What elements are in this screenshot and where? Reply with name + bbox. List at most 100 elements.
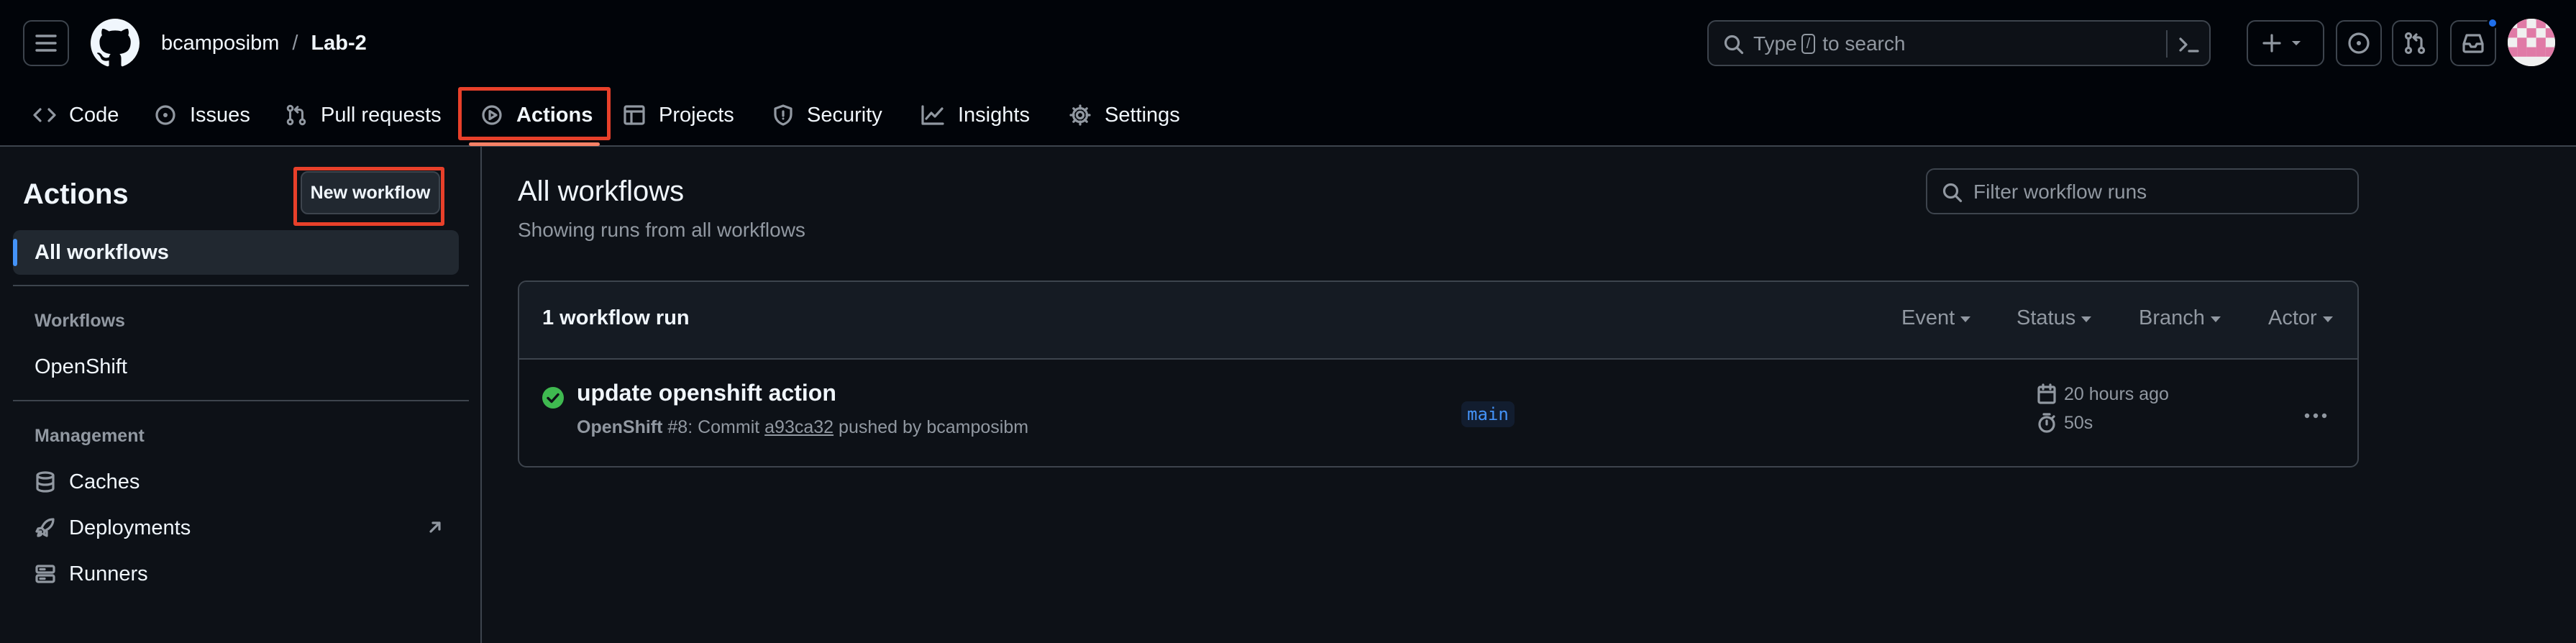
branch-filter-dropdown[interactable]: Branch bbox=[2139, 306, 2221, 330]
server-icon bbox=[35, 565, 55, 583]
run-timestamp: 20 hours ago bbox=[2037, 381, 2169, 407]
tab-insights[interactable]: Insights bbox=[921, 85, 1030, 145]
check-circle-fill-icon bbox=[542, 387, 564, 409]
hamburger-icon bbox=[35, 35, 57, 52]
tab-label: Security bbox=[807, 103, 882, 127]
caret-down-icon bbox=[2081, 316, 2092, 322]
tab-settings[interactable]: Settings bbox=[1069, 85, 1180, 145]
active-tab-indicator bbox=[469, 142, 600, 146]
sidebar-item-label: Caches bbox=[69, 470, 140, 493]
run-workflow-name: OpenShift bbox=[577, 417, 663, 437]
sidebar-item-label: Deployments bbox=[69, 516, 191, 539]
search-divider bbox=[2166, 30, 2168, 58]
tab-label: Pull requests bbox=[321, 103, 442, 127]
tab-projects[interactable]: Projects bbox=[623, 85, 734, 145]
tab-issues[interactable]: Issues bbox=[154, 85, 250, 145]
table-icon bbox=[624, 105, 645, 125]
selected-indicator bbox=[13, 239, 17, 266]
code-icon bbox=[33, 108, 56, 122]
menu-button[interactable] bbox=[23, 20, 69, 66]
run-options-button[interactable] bbox=[2296, 401, 2336, 430]
run-pushed-by: pushed by bcamposibm bbox=[839, 417, 1029, 437]
avatar[interactable] bbox=[2508, 19, 2555, 66]
identicon-icon bbox=[2508, 19, 2555, 66]
management-heading: Management bbox=[35, 426, 145, 446]
repo-nav: Code Issues Pull requests Actions Projec… bbox=[0, 85, 2576, 147]
calendar-icon bbox=[2037, 383, 2056, 404]
command-palette-icon[interactable] bbox=[2178, 34, 2201, 55]
sidebar-item-all-workflows[interactable]: All workflows bbox=[13, 230, 459, 275]
caret-down-icon bbox=[2322, 316, 2333, 322]
kebab-horizontal-icon bbox=[2304, 413, 2327, 419]
page-subtitle: Showing runs from all workflows bbox=[518, 219, 805, 241]
notification-indicator bbox=[2487, 17, 2498, 29]
run-duration: 50s bbox=[2037, 410, 2093, 436]
tab-label: Issues bbox=[190, 103, 250, 127]
tab-code[interactable]: Code bbox=[33, 85, 119, 145]
sidebar-item-label: OpenShift bbox=[35, 355, 127, 378]
filter-placeholder: Filter workflow runs bbox=[1973, 181, 2147, 203]
search-input[interactable]: Type / to search bbox=[1707, 20, 2211, 66]
issues-button[interactable] bbox=[2336, 20, 2382, 66]
github-logo-icon[interactable] bbox=[91, 19, 140, 68]
git-pull-request-icon bbox=[2404, 32, 2426, 55]
search-placeholder: Type / to search bbox=[1753, 32, 1906, 55]
actor-filter-dropdown[interactable]: Actor bbox=[2268, 306, 2333, 330]
tab-label: Settings bbox=[1105, 103, 1180, 127]
workflow-runs-table: 1 workflow run Event Status Branch Actor… bbox=[518, 281, 2359, 468]
stopwatch-icon bbox=[2038, 413, 2055, 433]
event-filter-dropdown[interactable]: Event bbox=[1901, 306, 1971, 330]
tab-label: Code bbox=[69, 103, 119, 127]
runs-header: 1 workflow run Event Status Branch Actor bbox=[519, 282, 2357, 360]
rocket-icon bbox=[35, 518, 55, 537]
sidebar-divider bbox=[13, 285, 469, 286]
run-number: #8 bbox=[667, 417, 688, 437]
issue-opened-icon bbox=[2348, 32, 2370, 54]
sidebar-item-deployments[interactable]: Deployments bbox=[35, 514, 191, 542]
breadcrumb: bcamposibm / Lab-2 bbox=[161, 29, 367, 58]
inbox-icon bbox=[2462, 34, 2484, 53]
workflows-heading: Workflows bbox=[35, 311, 125, 331]
new-workflow-highlight bbox=[293, 167, 444, 226]
status-filter-dropdown[interactable]: Status bbox=[2017, 306, 2092, 330]
tab-security[interactable]: Security bbox=[772, 85, 882, 145]
repo-owner-link[interactable]: bcamposibm bbox=[161, 32, 279, 55]
page-title: All workflows bbox=[518, 175, 685, 207]
sidebar-divider bbox=[13, 400, 469, 401]
repo-name-link[interactable]: Lab-2 bbox=[311, 32, 366, 55]
external-link-icon[interactable] bbox=[426, 518, 444, 537]
caret-down-icon bbox=[2210, 316, 2221, 322]
gear-icon bbox=[1069, 104, 1091, 126]
create-new-button[interactable] bbox=[2247, 20, 2324, 66]
search-icon bbox=[1724, 35, 1744, 55]
sidebar-title: Actions bbox=[23, 178, 129, 210]
filter-workflow-runs-input[interactable]: Filter workflow runs bbox=[1926, 168, 2359, 214]
sidebar-item-openshift[interactable]: OpenShift bbox=[35, 352, 127, 381]
sidebar-item-label: All workflows bbox=[35, 241, 169, 264]
pull-requests-button[interactable] bbox=[2392, 20, 2438, 66]
caret-down-icon bbox=[1960, 316, 1971, 322]
sidebar-item-label: Runners bbox=[69, 562, 148, 585]
run-meta: OpenShift #8: Commit a93ca32 pushed by b… bbox=[577, 417, 1028, 438]
run-title-link[interactable]: update openshift action bbox=[577, 380, 836, 406]
run-commit-prefix: : Commit bbox=[688, 417, 760, 437]
actions-tab-highlight bbox=[458, 87, 611, 140]
time-ago: 20 hours ago bbox=[2064, 383, 2169, 404]
plus-icon bbox=[2262, 34, 2301, 53]
graph-icon bbox=[921, 105, 944, 125]
issue-opened-icon bbox=[155, 105, 175, 125]
global-header: bcamposibm / Lab-2 Type / to search bbox=[0, 0, 2576, 85]
tab-pull-requests[interactable]: Pull requests bbox=[285, 85, 442, 145]
tab-label: Projects bbox=[659, 103, 734, 127]
tab-label: Insights bbox=[958, 103, 1030, 127]
search-icon bbox=[1942, 183, 1963, 203]
sidebar-item-runners[interactable]: Runners bbox=[35, 560, 148, 588]
breadcrumb-separator: / bbox=[292, 31, 298, 55]
branch-badge[interactable]: main bbox=[1461, 401, 1515, 427]
commit-sha-link[interactable]: a93ca32 bbox=[764, 417, 833, 437]
database-icon bbox=[36, 471, 55, 493]
sidebar-item-caches[interactable]: Caches bbox=[35, 468, 140, 496]
git-pull-request-icon bbox=[286, 104, 306, 126]
table-row[interactable]: update openshift action OpenShift #8: Co… bbox=[519, 360, 2357, 466]
slash-key-hint: / bbox=[1801, 34, 1816, 54]
